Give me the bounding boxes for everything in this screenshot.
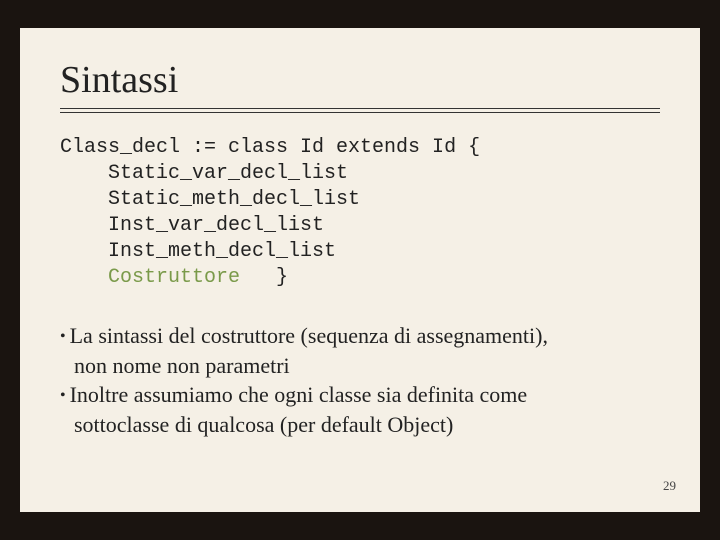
grammar-line-4: Inst_var_decl_list <box>60 214 324 237</box>
bullet-item-1: • La sintassi del costruttore (sequenza … <box>60 321 660 351</box>
grammar-line-3: Static_meth_decl_list <box>60 188 360 211</box>
grammar-line-5: Inst_meth_decl_list <box>60 240 336 263</box>
grammar-line-1: Class_decl := class Id extends Id { <box>60 136 480 159</box>
page-number: 29 <box>663 478 676 494</box>
grammar-line-6-close: } <box>240 266 288 289</box>
bullet-1-line-2: non nome non parametri <box>74 351 660 381</box>
bullet-2-line-1: Inoltre assumiamo che ogni classe sia de… <box>70 380 660 410</box>
grammar-constructor-keyword: Costruttore <box>108 266 240 289</box>
title-rule-bottom <box>60 112 660 113</box>
bullet-list: • La sintassi del costruttore (sequenza … <box>60 321 660 440</box>
slide-background: Sintassi Class_decl := class Id extends … <box>0 0 720 540</box>
bullet-2-line-2: sottoclasse di qualcosa (per default Obj… <box>74 410 660 440</box>
bullet-item-2: • Inoltre assumiamo che ogni classe sia … <box>60 380 660 410</box>
bullet-dot-icon: • <box>60 326 66 348</box>
bullet-dot-icon: • <box>60 385 66 407</box>
grammar-block: Class_decl := class Id extends Id { Stat… <box>60 135 660 291</box>
grammar-line-6-indent <box>60 266 108 289</box>
slide-title: Sintassi <box>60 58 660 102</box>
slide-content: Sintassi Class_decl := class Id extends … <box>20 28 700 512</box>
bullet-1-line-1: La sintassi del costruttore (sequenza di… <box>70 321 660 351</box>
grammar-line-2: Static_var_decl_list <box>60 162 348 185</box>
title-rule-top <box>60 108 660 109</box>
